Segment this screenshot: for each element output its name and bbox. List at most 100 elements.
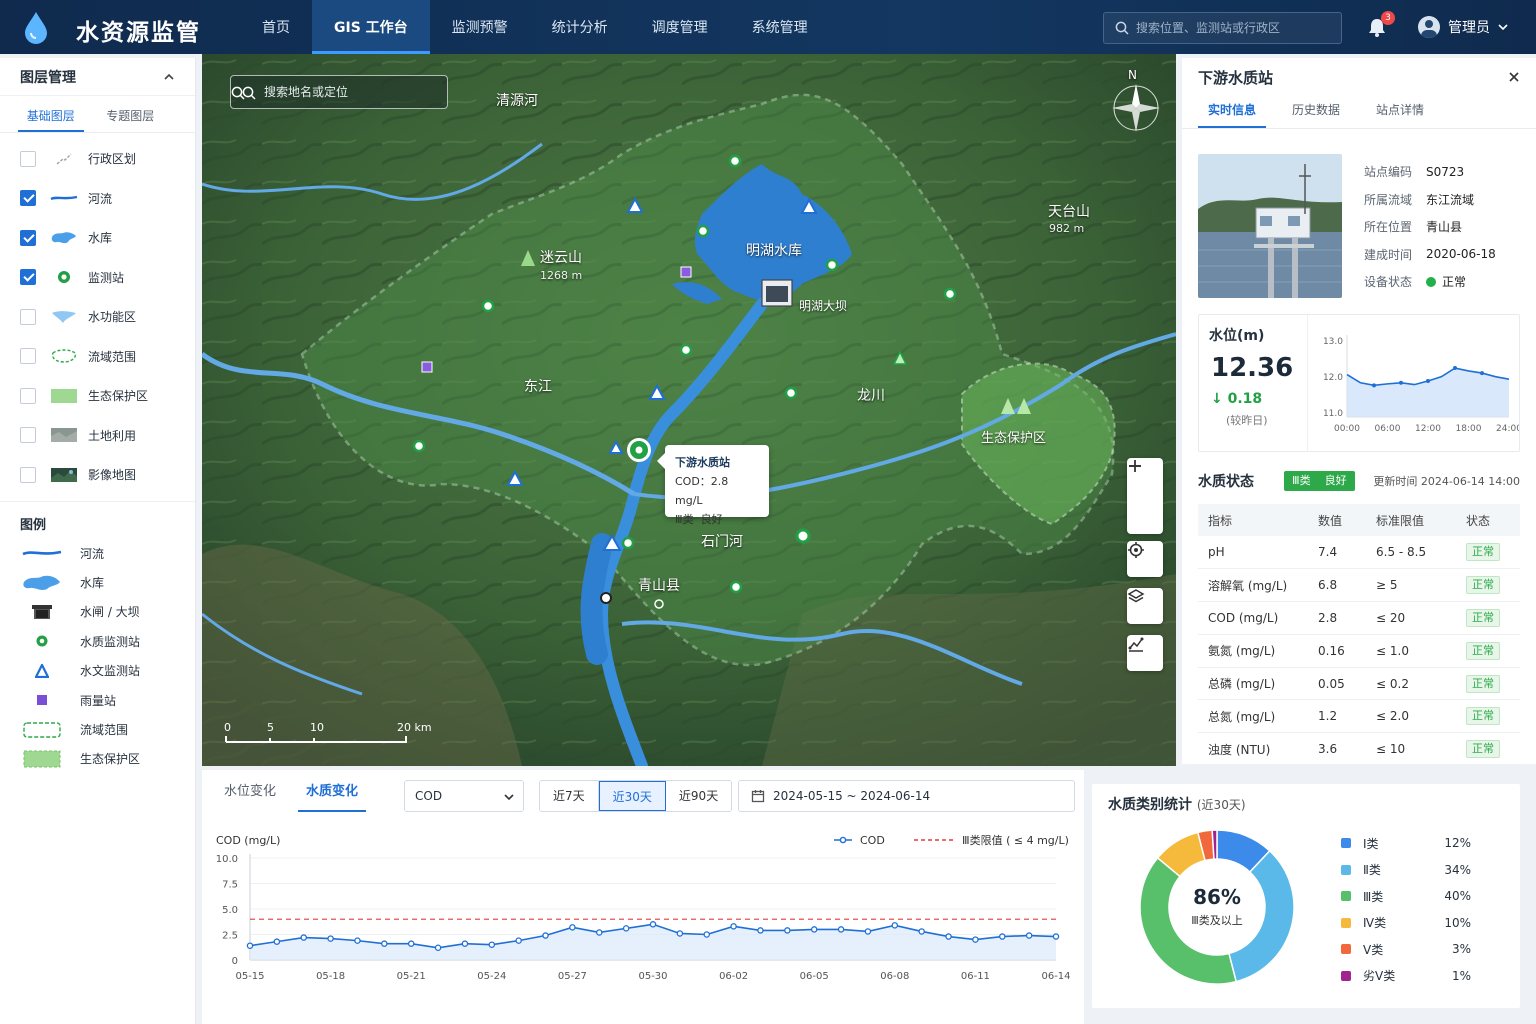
badge-text: 良好: [1324, 474, 1347, 487]
data-point: [246, 942, 254, 949]
range-7d-button[interactable]: 近7天: [540, 781, 599, 811]
quality-station-icon: [22, 632, 62, 650]
legend-item-river: 河流: [0, 539, 195, 568]
layer-item-station[interactable]: 监测站: [20, 258, 175, 298]
layer-item-imagery[interactable]: 影像地图: [20, 455, 175, 495]
map-label-shimen-river: 石门河: [701, 534, 743, 550]
layer-checkbox[interactable]: [20, 229, 36, 246]
layer-item-eco-zone[interactable]: 生态保护区: [20, 376, 175, 416]
x-tick-label: 05-21: [397, 971, 426, 982]
range-30d-button[interactable]: 近30天: [598, 781, 666, 811]
layers-button[interactable]: [1127, 588, 1163, 624]
table-row: 氨氮 (mg/L) 0.16 ≤ 1.0 正常: [1198, 634, 1520, 668]
function-zone-icon: [50, 308, 78, 326]
user-menu[interactable]: 管理员: [1418, 16, 1508, 38]
legend-cod-marker: [839, 836, 847, 844]
locate-button[interactable]: [1127, 541, 1163, 577]
tab-station-detail[interactable]: 站点详情: [1366, 96, 1434, 128]
date-range-picker[interactable]: 2024-05-15 ~ 2024-06-14: [738, 780, 1075, 812]
status-badge: 正常: [1466, 576, 1500, 595]
zoom-out-icon[interactable]: [1127, 458, 1143, 474]
nav-item-system[interactable]: 系统管理: [730, 0, 830, 54]
table-cell: 氨氮 (mg/L): [1198, 634, 1308, 668]
app-title: 水资源监管: [76, 20, 201, 46]
tab-base-layers[interactable]: 基础图层: [18, 104, 84, 132]
info-row-location: 所在位置 青山县: [1364, 213, 1496, 241]
nav-item-gis[interactable]: GIS 工作台: [312, 0, 430, 54]
map-search-input[interactable]: [264, 76, 414, 108]
table-cell: ≤ 2.0: [1366, 699, 1456, 734]
donut-title: 水质类别统计 (近30天): [1108, 794, 1246, 814]
legend-row: Ⅴ类 3%: [1341, 936, 1471, 963]
legend-label: Ⅴ类: [1363, 942, 1384, 957]
legend-list: 河流 水库 水闸 / 大坝 水质监测站 水文监测站 雨量站 流域范围 生态保护区: [0, 539, 195, 774]
table-cell: 2.8: [1308, 601, 1366, 635]
tab-thematic-layers[interactable]: 专题图层: [98, 104, 164, 132]
x-tick-label: 05-15: [235, 971, 264, 982]
chevron-down-icon: [1498, 24, 1508, 31]
close-icon[interactable]: [1508, 71, 1520, 83]
nav-item-statistics[interactable]: 统计分析: [530, 0, 630, 54]
nav-item-home[interactable]: 首页: [240, 0, 312, 54]
layer-checkbox[interactable]: [20, 308, 36, 325]
layer-checkbox[interactable]: [20, 427, 36, 444]
layer-checkbox[interactable]: [20, 466, 36, 483]
table-cell: ≤ 0.2: [1366, 667, 1456, 701]
table-cell: 6.8: [1308, 568, 1366, 603]
range-90d-button[interactable]: 近90天: [665, 781, 732, 811]
data-point: [542, 932, 549, 939]
y-axis-label: COD (mg/L): [216, 834, 280, 847]
data-point: [488, 941, 496, 948]
legend-label: 水库: [80, 576, 105, 591]
layer-item-reservoir[interactable]: 水库: [20, 218, 175, 258]
water-quality-title: 水质状态: [1198, 474, 1254, 490]
x-tick-label: 06:00: [1375, 424, 1401, 434]
info-value: 青山县: [1426, 220, 1463, 235]
layer-item-river[interactable]: 河流: [20, 179, 175, 219]
measure-button[interactable]: [1127, 635, 1163, 671]
search-submit-icon[interactable]: [231, 86, 245, 100]
global-search: [1103, 12, 1342, 44]
x-tick-label: 18:00: [1456, 424, 1482, 434]
legend-item-hydro-station: 水文监测站: [0, 656, 195, 685]
info-row-status: 设备状态 正常: [1364, 268, 1496, 296]
tab-water-level[interactable]: 水位变化: [216, 778, 284, 812]
global-search-input[interactable]: [1136, 13, 1336, 43]
legend-row: Ⅱ类 34%: [1341, 857, 1471, 884]
layer-item-land-use[interactable]: 土地利用: [20, 416, 175, 456]
layer-checkbox[interactable]: [20, 348, 36, 365]
tab-water-quality[interactable]: 水质变化: [298, 778, 367, 812]
x-tick-label: 06-02: [719, 971, 748, 982]
nav-item-warning[interactable]: 监测预警: [430, 0, 530, 54]
layer-checkbox[interactable]: [20, 269, 36, 286]
zoom-controls: [1127, 458, 1163, 534]
tab-realtime[interactable]: 实时信息: [1198, 96, 1267, 128]
layer-item-basin[interactable]: 流域范围: [20, 337, 175, 377]
layer-item-admin[interactable]: 行政区划: [20, 139, 175, 179]
admin-line-icon: [50, 150, 78, 168]
legend-value: 1%: [1451, 968, 1471, 983]
layer-checkbox[interactable]: [20, 387, 36, 404]
tab-history[interactable]: 历史数据: [1282, 96, 1350, 128]
layer-item-function-zone[interactable]: 水功能区: [20, 297, 175, 337]
layer-checkbox[interactable]: [20, 190, 36, 207]
status-badge: 正常: [1466, 674, 1500, 693]
legend-item-reservoir: 水库: [0, 568, 195, 597]
series-area: [1347, 368, 1509, 417]
y-tick-label: 13.0: [1323, 337, 1343, 347]
table-row: pH 7.4 6.5 - 8.5 正常: [1198, 536, 1520, 570]
layer-label: 行政区划: [88, 152, 137, 167]
scale-labels: 0 5 10 20 km: [224, 721, 434, 751]
table-cell: ≤ 1.0: [1366, 634, 1456, 668]
indicator-select[interactable]: COD: [404, 780, 524, 812]
gis-map[interactable]: N 清源河 明湖水库 明湖大坝 天台山 982 m 迷云山 1268 m 东江 …: [202, 54, 1176, 766]
layer-checkbox[interactable]: [20, 150, 36, 167]
legend-value: 3%: [1451, 942, 1471, 957]
chevron-up-icon[interactable]: [163, 71, 175, 83]
legend-label: 河流: [80, 546, 105, 561]
info-key: 设备状态: [1364, 275, 1413, 290]
station-panel: 下游水质站 实时信息 历史数据 站点详情 站点编码 S0723 所属流域 东江流域 …: [1182, 58, 1536, 767]
tooltip-quality: 良好: [700, 513, 723, 526]
x-tick-label: 06-08: [880, 971, 909, 982]
nav-item-dispatch[interactable]: 调度管理: [630, 0, 730, 54]
